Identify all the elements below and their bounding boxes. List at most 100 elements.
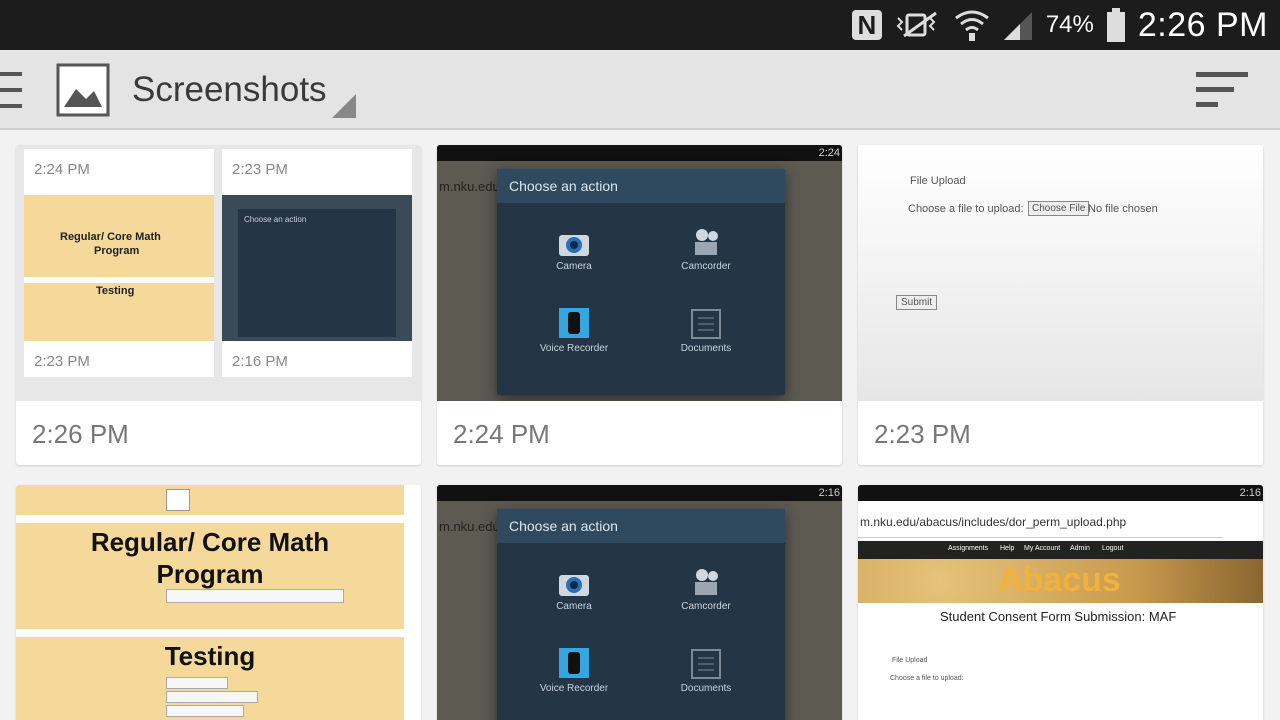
documents-icon bbox=[691, 649, 721, 679]
screenshot-card[interactable]: 2:16 m.nku.edu Choose an action Camera C… bbox=[437, 485, 842, 720]
mini-card-time: 2:24 PM bbox=[34, 161, 90, 178]
action-label: Camcorder bbox=[681, 261, 731, 272]
mini-divider bbox=[24, 277, 214, 283]
site-heading: Student Consent Form Submission: MAF bbox=[940, 609, 1177, 624]
thumb-url: m.nku.edu/abacus/includes/dor_perm_uploa… bbox=[860, 515, 1127, 529]
thumb-url: m.nku.edu bbox=[439, 179, 500, 194]
battery-percent: 74% bbox=[1045, 11, 1094, 38]
card-thumbnail: 2:16 m.nku.edu Choose an action Camera C… bbox=[437, 485, 842, 720]
site-nav-item: Admin bbox=[1070, 545, 1090, 552]
action-documents[interactable]: Documents bbox=[641, 309, 771, 354]
thumb-status-bar: 2:16 bbox=[437, 485, 842, 501]
nfc-icon: N bbox=[851, 10, 882, 40]
screenshot-card[interactable]: Regular/ Core Math Program Testing bbox=[16, 485, 421, 720]
site-nav-item: My Account bbox=[1024, 545, 1061, 552]
action-dialog: Choose an action Camera Camcorder Voice … bbox=[497, 509, 785, 720]
card-thumbnail: Regular/ Core Math Program Testing bbox=[16, 485, 421, 720]
mini-dialog-title: Choose an action bbox=[244, 215, 307, 224]
screenshot-card[interactable]: 2:24 m.nku.edu Choose an action Camera C… bbox=[437, 145, 842, 465]
card-timestamp: 2:24 PM bbox=[453, 419, 550, 449]
dropdown-icon[interactable] bbox=[332, 94, 356, 118]
action-label: Voice Recorder bbox=[539, 683, 609, 694]
camcorder-icon bbox=[695, 229, 718, 255]
submit-button: Submit bbox=[896, 295, 938, 310]
mini-card-time: 2:16 PM bbox=[232, 353, 288, 370]
album-icon bbox=[56, 63, 110, 117]
thumb-status-time: 2:16 bbox=[1239, 487, 1261, 499]
page-title[interactable]: Screenshots bbox=[132, 70, 327, 110]
action-camcorder[interactable]: Camcorder bbox=[641, 227, 771, 272]
status-bar: N 74% 2:26 PM bbox=[0, 0, 1280, 50]
camcorder-icon bbox=[695, 569, 718, 595]
upload-prompt: Choose a file to upload: bbox=[890, 675, 964, 682]
action-camera[interactable]: Camera bbox=[509, 571, 639, 612]
mini-card-time: 2:23 PM bbox=[232, 161, 288, 178]
signal-icon bbox=[1002, 10, 1034, 40]
thumb-status-time: 2:16 bbox=[818, 487, 840, 499]
site-nav: Assignments Help My Account Admin Logout bbox=[858, 541, 1263, 559]
documents-icon bbox=[691, 309, 721, 339]
doc-input bbox=[166, 691, 258, 703]
action-label: Documents bbox=[680, 683, 732, 694]
thumb-status-bar: 2:24 bbox=[437, 145, 842, 161]
action-label: Camera bbox=[556, 601, 592, 612]
status-time: 2:26 PM bbox=[1137, 5, 1268, 44]
doc-page: Regular/ Core Math Program Testing bbox=[16, 485, 404, 720]
mini-card: 2:23 PM Choose an action 2:16 PM bbox=[222, 149, 412, 377]
card-thumbnail: 2:16 m.nku.edu/abacus/includes/dor_perm_… bbox=[858, 485, 1263, 720]
mini-card: 2:24 PM Regular/ Core Math Program Testi… bbox=[24, 149, 214, 377]
thumb-url-bar: m.nku.edu/abacus/includes/dor_perm_uploa… bbox=[858, 507, 1223, 538]
upload-prompt: Choose a file to upload: bbox=[908, 203, 1024, 215]
site-brand: Abacus bbox=[998, 561, 1121, 599]
dialog-title: Choose an action bbox=[497, 509, 785, 543]
thumb-status-bar: 2:16 bbox=[858, 485, 1263, 501]
upload-title: File Upload bbox=[892, 657, 928, 664]
site-nav-item: Logout bbox=[1102, 545, 1124, 552]
card-thumbnail: 2:24 m.nku.edu Choose an action Camera C… bbox=[437, 145, 842, 401]
action-label: Voice Recorder bbox=[539, 343, 609, 354]
action-label: Camera bbox=[556, 261, 592, 272]
action-voice-recorder[interactable]: Voice Recorder bbox=[509, 307, 639, 354]
screenshot-card[interactable]: 2:24 PM Regular/ Core Math Program Testi… bbox=[16, 145, 421, 465]
status-icons: N 74% 2:26 PM bbox=[851, 0, 1268, 50]
site-nav-item: Assignments bbox=[948, 545, 989, 552]
no-file-text: No file chosen bbox=[1088, 203, 1158, 215]
doc-heading-2: Program bbox=[156, 559, 264, 589]
doc-divider bbox=[16, 515, 404, 523]
voice-recorder-icon bbox=[559, 648, 589, 678]
choose-file-button: Choose File bbox=[1028, 201, 1090, 216]
camera-icon bbox=[559, 235, 589, 256]
action-label: Camcorder bbox=[681, 601, 731, 612]
vibrate-icon bbox=[894, 10, 942, 40]
screenshot-card[interactable]: 2:16 m.nku.edu/abacus/includes/dor_perm_… bbox=[858, 485, 1263, 720]
battery-icon bbox=[1106, 8, 1126, 42]
site-banner: Abacus bbox=[858, 559, 1263, 603]
action-dialog: Choose an action Camera Camcorder Voice … bbox=[497, 169, 785, 395]
doc-section: Testing bbox=[164, 641, 256, 671]
action-voice-recorder[interactable]: Voice Recorder bbox=[509, 647, 639, 694]
mini-thumbnail: Choose an action bbox=[222, 195, 412, 341]
camera-icon bbox=[559, 575, 589, 596]
action-label: Documents bbox=[680, 343, 732, 354]
doc-divider bbox=[16, 629, 404, 637]
sort-icon[interactable] bbox=[1196, 72, 1248, 108]
site-nav-item: Help bbox=[1000, 545, 1015, 552]
thumb-url: m.nku.edu bbox=[439, 519, 500, 534]
dialog-title: Choose an action bbox=[497, 169, 785, 203]
wifi-icon bbox=[954, 8, 990, 42]
screenshot-card[interactable]: File Upload Choose a file to upload: Cho… bbox=[858, 145, 1263, 465]
app-bar: Screenshots bbox=[0, 50, 1280, 130]
action-camera[interactable]: Camera bbox=[509, 231, 639, 272]
card-timestamp: 2:26 PM bbox=[32, 419, 129, 449]
thumb-status-time: 2:24 bbox=[818, 147, 840, 159]
mini-thumbnail: Regular/ Core Math Program Testing bbox=[24, 195, 214, 341]
doc-input bbox=[166, 705, 244, 717]
menu-icon[interactable] bbox=[0, 70, 26, 110]
voice-recorder-icon bbox=[559, 308, 589, 338]
action-camcorder[interactable]: Camcorder bbox=[641, 567, 771, 612]
doc-heading: Regular/ Core Math bbox=[90, 527, 330, 557]
action-documents[interactable]: Documents bbox=[641, 649, 771, 694]
doc-input bbox=[166, 677, 228, 689]
mini-heading: Regular/ Core Math bbox=[60, 231, 161, 243]
doc-field-area bbox=[166, 489, 190, 511]
